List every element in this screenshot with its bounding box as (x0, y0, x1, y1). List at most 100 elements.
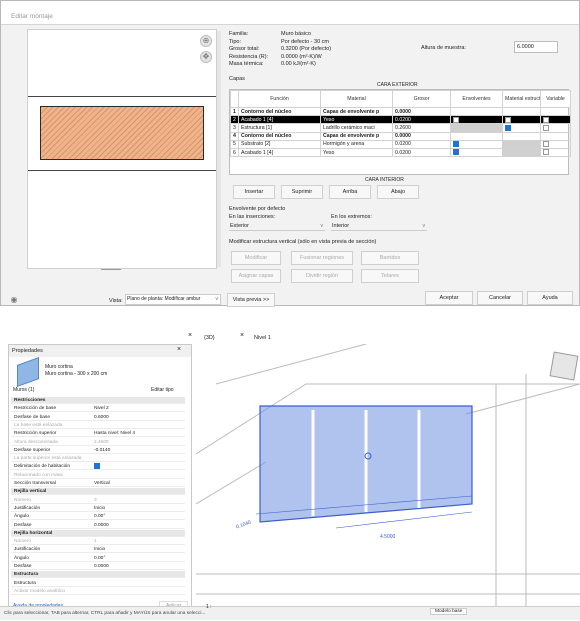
sweeps-button[interactable]: Barridos (361, 251, 419, 265)
cell-grosor[interactable]: 0.0200 (392, 115, 451, 125)
property-value[interactable]: Hasta nivel: Nivel 4 (94, 430, 135, 437)
property-value[interactable]: Vertical (94, 480, 110, 487)
property-value[interactable]: 2.4500 (94, 439, 109, 446)
cell-var[interactable] (540, 123, 571, 133)
cell-env[interactable] (450, 139, 503, 149)
property-row[interactable]: Ángulo 0.00° (11, 513, 185, 521)
checkbox[interactable] (543, 124, 549, 131)
insert-button[interactable]: Insertar (233, 185, 275, 199)
table-row[interactable]: 4 Contorno del núcleo Capas de envolvente … (230, 131, 571, 141)
property-row[interactable]: Activar modelo analítico (11, 588, 185, 595)
checkbox[interactable] (505, 124, 511, 131)
close-icon[interactable]: × (240, 332, 244, 339)
property-row[interactable]: Restricción de base Nivel 2 (11, 405, 185, 413)
checkbox[interactable] (453, 116, 459, 123)
wall-preview[interactable] (27, 29, 217, 269)
model-viewport[interactable]: 0.1040 4.5000 (196, 344, 580, 606)
move-up-button[interactable]: Arriba (329, 185, 371, 199)
pan-icon[interactable]: ✥ (200, 51, 212, 63)
cell-est[interactable] (502, 139, 541, 149)
modify-button[interactable]: Modificar (231, 251, 281, 265)
cell-material[interactable]: Capas de envolvente p (320, 106, 393, 117)
at-inserts-select[interactable]: Exterior v (229, 222, 325, 231)
temporary-dimension[interactable]: 4.5000 (380, 534, 395, 540)
property-value[interactable]: -0.0140 (94, 447, 110, 454)
view-scale[interactable]: 1 : (206, 604, 212, 610)
cancel-button[interactable]: Cancelar (477, 291, 523, 305)
cell-env[interactable] (450, 147, 503, 158)
view-cube-icon[interactable] (549, 351, 579, 381)
property-row[interactable]: Altura desconectada 2.4500 (11, 439, 185, 446)
cell-env[interactable] (450, 115, 503, 125)
table-row[interactable]: 5 Substrato [2] Hormigón y arena 0.0200 (230, 139, 571, 149)
model-workset[interactable]: Modelo base (430, 608, 468, 615)
property-row[interactable]: Delimitación de habitación (11, 463, 185, 471)
merge-regions-button[interactable]: Fusionar regiones (291, 251, 353, 265)
cell-funcion[interactable]: Estructura [1] (238, 123, 321, 133)
edit-type-button[interactable]: Editar tipo (151, 387, 174, 393)
property-group[interactable]: Rejilla vertical (11, 488, 185, 496)
reveals-button[interactable]: Telares (361, 269, 419, 283)
close-icon[interactable]: × (177, 346, 181, 353)
assign-layers-button[interactable]: Asignar capas (231, 269, 281, 283)
property-value[interactable]: 0.0000 (94, 563, 109, 570)
property-value[interactable]: 0.00° (94, 555, 105, 562)
help-button[interactable]: Ayuda (527, 291, 573, 305)
table-row[interactable]: 1 Contorno del núcleo Capas de envolvente … (230, 106, 571, 117)
move-down-button[interactable]: Abajo (377, 185, 419, 199)
cell-grosor[interactable]: 0.0000 (392, 106, 451, 117)
checkbox[interactable] (94, 463, 100, 470)
checkbox[interactable] (453, 149, 459, 156)
close-icon[interactable]: × (188, 332, 192, 339)
property-row[interactable]: Desfase superior -0.0140 (11, 447, 185, 454)
cell-funcion[interactable]: Acabado 1 [4] (238, 147, 321, 158)
cell-material[interactable]: Yeso (320, 147, 393, 158)
type-name-secondary[interactable]: Muro cortina - 300 x 200 cm (45, 371, 107, 377)
property-value[interactable]: 0.0000 (94, 522, 109, 529)
tab-level-1[interactable]: Nivel 1 (246, 332, 271, 344)
property-value[interactable]: Nivel 2 (94, 405, 109, 412)
zoom-icon[interactable]: ⊕ (200, 35, 212, 47)
table-row[interactable]: 6 Acabado 1 [4] Yeso 0.0200 (230, 147, 571, 158)
sample-height-input[interactable]: 6.0000 (514, 41, 558, 53)
tab-3d[interactable]: {3D} (196, 332, 215, 344)
cell-funcion[interactable]: Contorno del núcleo (238, 131, 321, 141)
cell-est[interactable] (502, 115, 541, 125)
property-row[interactable]: Estructura (11, 580, 185, 587)
property-row[interactable]: Desfase de base 0.6000 (11, 414, 185, 421)
view-select[interactable]: Plano de planta: Modificar ambur v (125, 294, 221, 305)
property-group[interactable]: Estructura (11, 571, 185, 579)
property-row[interactable]: La base está enlazada (11, 422, 185, 429)
cell-var[interactable] (540, 106, 571, 117)
cell-grosor[interactable]: 0.2600 (392, 123, 451, 133)
cell-var[interactable] (540, 131, 571, 141)
property-row[interactable]: Ángulo 0.00° (11, 555, 185, 562)
property-row[interactable]: La parte superior está enlazada (11, 455, 185, 463)
cell-grosor[interactable]: 0.0200 (392, 147, 451, 158)
preview-scrollbar[interactable] (217, 31, 221, 267)
cell-var[interactable] (540, 147, 571, 158)
checkbox[interactable] (505, 116, 511, 123)
steering-wheel-icon[interactable]: ◉ (8, 295, 20, 307)
checkbox[interactable] (453, 141, 459, 148)
delete-button[interactable]: Suprimir (281, 185, 323, 199)
property-value[interactable]: 3 (94, 497, 97, 504)
cell-env[interactable] (450, 131, 503, 141)
at-ends-select[interactable]: Interior v (331, 222, 427, 231)
split-region-button[interactable]: Dividir región (291, 269, 353, 283)
checkbox[interactable] (543, 141, 549, 148)
checkbox[interactable] (543, 149, 549, 156)
cell-est[interactable] (502, 131, 541, 141)
cell-funcion[interactable]: Substrato [2] (238, 139, 321, 149)
property-row[interactable]: Desfase 0.0000 (11, 563, 185, 570)
property-value[interactable]: Inicio (94, 546, 105, 553)
property-row[interactable]: Desfase 0.0000 (11, 522, 185, 529)
cell-env[interactable] (450, 106, 503, 117)
property-row[interactable]: Justificación Inicio (11, 505, 185, 512)
ok-button[interactable]: Aceptar (425, 291, 473, 305)
property-row[interactable]: Justificación Inicio (11, 546, 185, 554)
cell-var[interactable] (540, 115, 571, 125)
cell-material[interactable]: Capas de envolvente p (320, 131, 393, 141)
cell-grosor[interactable]: 0.0200 (392, 139, 451, 149)
cell-env[interactable] (450, 123, 503, 133)
